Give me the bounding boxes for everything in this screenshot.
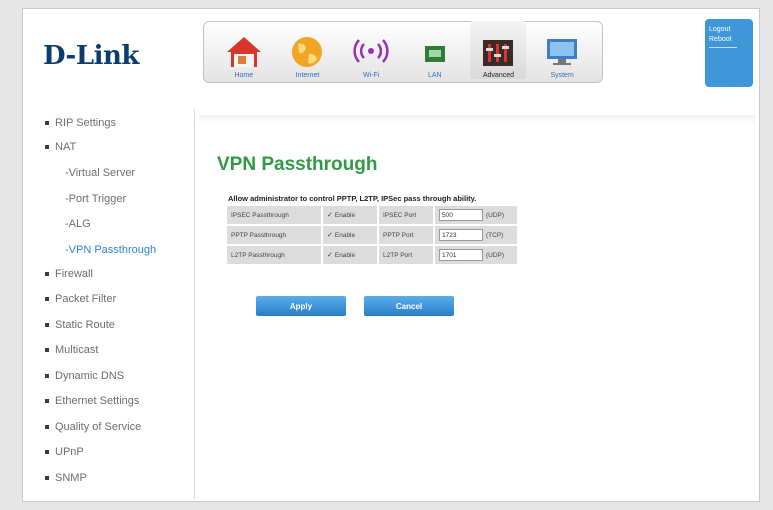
nav-home-label: Home — [234, 72, 254, 79]
globe-icon — [292, 37, 323, 67]
checkbox-checked-icon[interactable]: ✓ — [327, 252, 333, 259]
port-cell: (UDP) — [435, 246, 517, 264]
table-row: PPTP Passthrough ✓Enable PPTP Port (TCP) — [227, 226, 517, 244]
enable-cell[interactable]: ✓ Enable — [323, 206, 377, 224]
sidebar-item-label: Packet Filter — [55, 293, 117, 305]
sidebar-item-label: Dynamic DNS — [55, 370, 125, 382]
apply-button[interactable]: Apply — [256, 296, 346, 316]
top-nav: Home Internet Wi-Fi LAN Advanced System — [203, 21, 603, 83]
sidebar-item-upnp[interactable]: UPnP — [45, 446, 84, 458]
bullet-icon — [45, 323, 49, 328]
port-cell: (UDP) — [435, 206, 517, 224]
sidebar-subitem-alg[interactable]: -ALG — [65, 218, 91, 230]
bullet-icon — [45, 297, 49, 302]
bullet-icon — [45, 348, 49, 353]
protocol-label: (UDP) — [486, 211, 505, 219]
table-row: IPSEC Passthrough ✓Enable IPSEC Port (UD… — [227, 206, 517, 224]
bullet-icon — [45, 145, 49, 150]
bullet-icon — [45, 476, 49, 481]
bullet-icon — [45, 121, 49, 126]
port-label: PPTP Port — [379, 226, 433, 244]
port-cell: (TCP) — [435, 226, 517, 244]
protocol-label: (UDP) — [486, 251, 505, 259]
checkbox-checked-icon[interactable]: ✓ — [327, 212, 333, 219]
enable-cell[interactable]: ✓ Enable — [323, 246, 377, 264]
sidebar-item-label: Firewall — [55, 268, 93, 280]
sidebar-item-firewall[interactable]: Firewall — [45, 268, 93, 280]
sidebar-item-rip-settings[interactable]: RIP Settings — [45, 117, 116, 129]
router-admin-page: D-Link Home Internet Wi-Fi LAN Advanced … — [22, 8, 760, 502]
bullet-icon — [45, 425, 49, 430]
lan-icon — [424, 46, 445, 62]
header: D-Link Home Internet Wi-Fi LAN Advanced … — [23, 9, 759, 95]
sidebar-item-static-route[interactable]: Static Route — [45, 319, 115, 331]
content-divider — [199, 115, 755, 125]
sidebar-item-label: SNMP — [55, 472, 87, 484]
reboot-link[interactable]: Reboot — [709, 35, 749, 45]
sidebar-item-multicast[interactable]: Multicast — [45, 344, 98, 356]
sidebar-item-label: NAT — [55, 141, 77, 153]
sidebar: RIP Settings NAT -Virtual Server -Port T… — [23, 109, 195, 499]
bullet-icon — [45, 272, 49, 277]
nav-system-label: System — [550, 72, 574, 79]
sidebar-item-label: Static Route — [55, 319, 115, 331]
sidebar-item-nat[interactable]: NAT — [45, 141, 76, 153]
sidebar-item-label: RIP Settings — [55, 117, 116, 129]
port-label: L2TP Port — [379, 246, 433, 264]
sidebar-item-packet-filter[interactable]: Packet Filter — [45, 293, 116, 305]
bullet-icon — [45, 399, 49, 404]
bullet-icon — [45, 374, 49, 379]
nav-home[interactable]: Home — [216, 21, 272, 79]
bullet-icon — [45, 450, 49, 455]
enable-label: Enable — [334, 232, 356, 239]
enable-label: Enable — [334, 212, 356, 219]
sidebar-item-label: UPnP — [55, 446, 84, 458]
nav-lan-label: LAN — [427, 72, 442, 79]
main-content: VPN Passthrough Allow administrator to c… — [199, 109, 755, 499]
advanced-icon — [483, 40, 514, 66]
table-row: L2TP Passthrough ✓Enable L2TP Port (UDP) — [227, 246, 517, 264]
sidebar-subitem-port-trigger[interactable]: -Port Trigger — [65, 193, 126, 205]
sidebar-item-label: Multicast — [55, 344, 99, 356]
home-icon — [226, 37, 261, 67]
system-icon — [547, 39, 578, 65]
sidebar-item-snmp[interactable]: SNMP — [45, 472, 87, 484]
protocol-label: (TCP) — [486, 231, 504, 239]
nav-system[interactable]: System — [534, 21, 590, 79]
ipsec-port-input[interactable] — [439, 209, 483, 221]
nav-wifi-label: Wi-Fi — [362, 72, 380, 79]
account-panel: Logout Reboot — [705, 19, 753, 87]
nav-advanced[interactable]: Advanced — [470, 21, 527, 79]
nav-advanced-label: Advanced — [482, 72, 515, 79]
sidebar-subitem-vpn-passthrough[interactable]: -VPN Passthrough — [65, 244, 156, 256]
cancel-button[interactable]: Cancel — [364, 296, 454, 316]
vpn-passthrough-table: IPSEC Passthrough ✓Enable IPSEC Port (UD… — [225, 204, 519, 266]
port-label: IPSEC Port — [379, 206, 433, 224]
sidebar-item-ethernet-settings[interactable]: Ethernet Settings — [45, 395, 139, 407]
enable-label: Enable — [334, 252, 356, 259]
nav-wifi[interactable]: Wi-Fi — [343, 21, 399, 79]
passthrough-name: PPTP Passthrough — [227, 226, 321, 244]
sidebar-item-dynamic-dns[interactable]: Dynamic DNS — [45, 370, 124, 382]
nav-internet-label: Internet — [295, 72, 320, 79]
sidebar-item-label: Quality of Service — [55, 421, 142, 433]
logout-link[interactable]: Logout — [709, 25, 749, 35]
account-divider — [709, 47, 737, 48]
wifi-icon — [353, 39, 389, 63]
l2tp-port-input[interactable] — [439, 249, 483, 261]
nav-internet[interactable]: Internet — [279, 21, 335, 79]
sidebar-item-label: Ethernet Settings — [55, 395, 140, 407]
page-title: VPN Passthrough — [217, 154, 378, 175]
passthrough-name: IPSEC Passthrough — [227, 206, 321, 224]
checkbox-checked-icon[interactable]: ✓ — [327, 232, 333, 239]
page-description: Allow administrator to control PPTP, L2T… — [228, 194, 477, 203]
pptp-port-input[interactable] — [439, 229, 483, 241]
dlink-logo: D-Link — [43, 41, 139, 71]
sidebar-item-quality-of-service[interactable]: Quality of Service — [45, 421, 141, 433]
passthrough-name: L2TP Passthrough — [227, 246, 321, 264]
nav-lan[interactable]: LAN — [407, 21, 463, 79]
sidebar-subitem-virtual-server[interactable]: -Virtual Server — [65, 167, 135, 179]
enable-cell[interactable]: ✓ Enable — [323, 226, 377, 244]
